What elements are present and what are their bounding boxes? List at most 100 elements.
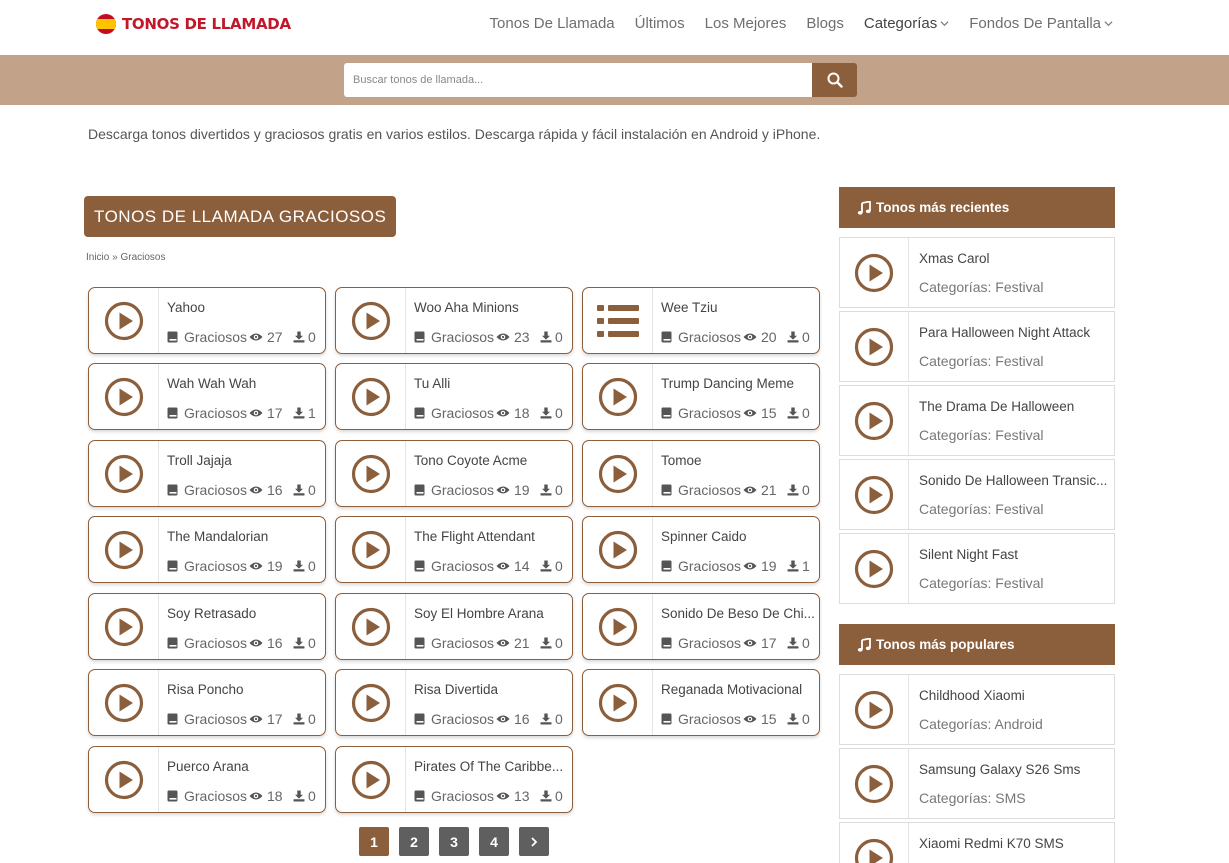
ringtone-card[interactable]: Reganada Motivacional Graciosos 15 0	[582, 669, 820, 736]
sidebar-tone-title[interactable]: Para Halloween Night Attack	[919, 325, 1109, 340]
ringtone-card[interactable]: Yahoo Graciosos 27 0	[88, 287, 326, 354]
play-icon[interactable]	[854, 253, 894, 293]
play-icon[interactable]	[104, 760, 144, 800]
card-icon-area[interactable]	[583, 288, 653, 353]
ringtone-title[interactable]: Soy Retrasado	[167, 606, 321, 621]
play-icon[interactable]	[854, 690, 894, 730]
card-icon-area[interactable]	[89, 441, 159, 506]
ringtone-card[interactable]: The Flight Attendant Graciosos 14 0	[335, 516, 573, 583]
search-input[interactable]	[344, 63, 812, 97]
ringtone-card[interactable]: Tomoe Graciosos 21 0	[582, 440, 820, 507]
card-icon-area[interactable]	[336, 517, 406, 582]
ringtone-card[interactable]: Tu Alli Graciosos 18 0	[335, 363, 573, 430]
play-icon[interactable]	[104, 530, 144, 570]
sidebar-tone-item[interactable]: Xmas Carol Categorías: Festival	[839, 237, 1115, 308]
play-icon[interactable]	[104, 301, 144, 341]
next-page-button[interactable]	[519, 827, 549, 856]
sidebar-tone-title[interactable]: Sonido De Halloween Transic...	[919, 473, 1109, 488]
ringtone-title[interactable]: Soy El Hombre Arana	[414, 606, 568, 621]
ringtone-title[interactable]: The Flight Attendant	[414, 529, 568, 544]
side-icon-area[interactable]	[840, 386, 909, 455]
play-icon[interactable]	[351, 377, 391, 417]
ringtone-card[interactable]: Risa Divertida Graciosos 16 0	[335, 669, 573, 736]
ringtone-title[interactable]: Reganada Motivacional	[661, 682, 815, 697]
ringtone-card[interactable]: Wee Tziu Graciosos 20 0	[582, 287, 820, 354]
play-icon[interactable]	[598, 530, 638, 570]
play-icon[interactable]	[854, 401, 894, 441]
nav-los-mejores[interactable]: Los Mejores	[705, 15, 787, 32]
ringtone-title[interactable]: The Mandalorian	[167, 529, 321, 544]
side-icon-area[interactable]	[840, 460, 909, 529]
play-icon[interactable]	[598, 454, 638, 494]
play-icon[interactable]	[854, 838, 894, 863]
page-4-button[interactable]: 4	[479, 827, 509, 856]
card-icon-area[interactable]	[89, 288, 159, 353]
ringtone-title[interactable]: Puerco Arana	[167, 759, 321, 774]
play-icon[interactable]	[104, 377, 144, 417]
play-icon[interactable]	[104, 683, 144, 723]
ringtone-card[interactable]: The Mandalorian Graciosos 19 0	[88, 516, 326, 583]
ringtone-card[interactable]: Pirates Of The Caribbe... Graciosos 13 0	[335, 746, 573, 813]
ringtone-title[interactable]: Wee Tziu	[661, 300, 815, 315]
card-icon-area[interactable]	[336, 364, 406, 429]
sidebar-tone-item[interactable]: Childhood Xiaomi Categorías: Android	[839, 674, 1115, 745]
sidebar-tone-title[interactable]: The Drama De Halloween	[919, 399, 1109, 414]
ringtone-title[interactable]: Sonido De Beso De Chi...	[661, 606, 815, 621]
ringtone-card[interactable]: Sonido De Beso De Chi... Graciosos 17 0	[582, 593, 820, 660]
card-icon-area[interactable]	[336, 441, 406, 506]
ringtone-title[interactable]: Yahoo	[167, 300, 321, 315]
play-icon[interactable]	[854, 764, 894, 804]
ringtone-title[interactable]: Wah Wah Wah	[167, 376, 321, 391]
ringtone-title[interactable]: Trump Dancing Meme	[661, 376, 815, 391]
ringtone-title[interactable]: Risa Divertida	[414, 682, 568, 697]
sidebar-tone-item[interactable]: Silent Night Fast Categorías: Festival	[839, 533, 1115, 604]
sidebar-tone-item[interactable]: The Drama De Halloween Categorías: Festi…	[839, 385, 1115, 456]
ringtone-card[interactable]: Soy Retrasado Graciosos 16 0	[88, 593, 326, 660]
card-icon-area[interactable]	[89, 670, 159, 735]
play-icon[interactable]	[598, 377, 638, 417]
ringtone-title[interactable]: Tomoe	[661, 453, 815, 468]
breadcrumb[interactable]: Inicio » Graciosos	[86, 252, 165, 263]
card-icon-area[interactable]	[336, 670, 406, 735]
ringtone-card[interactable]: Wah Wah Wah Graciosos 17 1	[88, 363, 326, 430]
play-icon[interactable]	[351, 301, 391, 341]
card-icon-area[interactable]	[89, 364, 159, 429]
sidebar-tone-item[interactable]: Sonido De Halloween Transic... Categoría…	[839, 459, 1115, 530]
nav-categorias[interactable]: Categorías	[864, 15, 949, 32]
card-icon-area[interactable]	[583, 594, 653, 659]
card-icon-area[interactable]	[89, 747, 159, 812]
play-icon[interactable]	[351, 760, 391, 800]
page-3-button[interactable]: 3	[439, 827, 469, 856]
card-icon-area[interactable]	[89, 594, 159, 659]
ringtone-card[interactable]: Trump Dancing Meme Graciosos 15 0	[582, 363, 820, 430]
ringtone-title[interactable]: Tono Coyote Acme	[414, 453, 568, 468]
nav-ultimos[interactable]: Últimos	[635, 15, 685, 32]
play-icon[interactable]	[598, 683, 638, 723]
play-icon[interactable]	[854, 475, 894, 515]
side-icon-area[interactable]	[840, 534, 909, 603]
play-icon[interactable]	[104, 607, 144, 647]
ringtone-card[interactable]: Woo Aha Minions Graciosos 23 0	[335, 287, 573, 354]
sidebar-tone-item[interactable]: Para Halloween Night Attack Categorías: …	[839, 311, 1115, 382]
nav-blogs[interactable]: Blogs	[806, 15, 844, 32]
card-icon-area[interactable]	[583, 441, 653, 506]
nav-fondos-de-pantalla[interactable]: Fondos De Pantalla	[969, 15, 1113, 32]
sidebar-tone-title[interactable]: Xmas Carol	[919, 251, 1109, 266]
card-icon-area[interactable]	[583, 517, 653, 582]
ringtone-card[interactable]: Puerco Arana Graciosos 18 0	[88, 746, 326, 813]
ringtone-title[interactable]: Spinner Caido	[661, 529, 815, 544]
side-icon-area[interactable]	[840, 238, 909, 307]
sidebar-tone-item[interactable]: Xiaomi Redmi K70 SMS	[839, 822, 1115, 863]
play-icon[interactable]	[351, 683, 391, 723]
card-icon-area[interactable]	[336, 288, 406, 353]
sidebar-tone-title[interactable]: Silent Night Fast	[919, 547, 1109, 562]
ringtone-title[interactable]: Woo Aha Minions	[414, 300, 568, 315]
card-icon-area[interactable]	[89, 517, 159, 582]
ringtone-card[interactable]: Spinner Caido Graciosos 19 1	[582, 516, 820, 583]
card-icon-area[interactable]	[336, 594, 406, 659]
sidebar-tone-item[interactable]: Samsung Galaxy S26 Sms Categorías: SMS	[839, 748, 1115, 819]
play-icon[interactable]	[351, 607, 391, 647]
side-icon-area[interactable]	[840, 312, 909, 381]
card-icon-area[interactable]	[583, 670, 653, 735]
play-icon[interactable]	[351, 530, 391, 570]
